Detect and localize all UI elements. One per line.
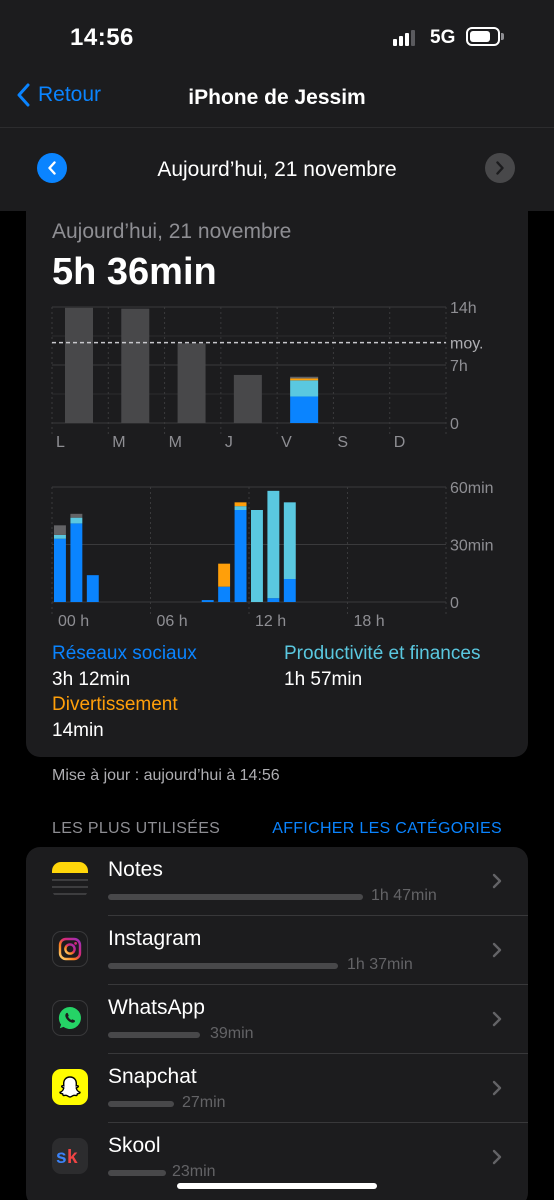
- week-day-label: L: [56, 434, 65, 451]
- week-bar-past-day: [233, 374, 262, 423]
- week-y-tick: 7h: [450, 358, 468, 375]
- week-day-label: V: [281, 434, 292, 451]
- average-label: moy.: [450, 336, 483, 353]
- network-type: 5G: [430, 27, 456, 48]
- week-day-label: M: [169, 434, 182, 451]
- navigation-bar: Retour iPhone de Jessim: [0, 70, 554, 127]
- week-bar-past-day: [121, 308, 150, 423]
- legend-social-value: 3h 12min: [52, 669, 131, 690]
- app-name: Snapchat: [108, 1065, 197, 1088]
- hour-bar-productivity: [267, 490, 280, 599]
- page-title: iPhone de Jessim: [188, 86, 366, 109]
- hour-bar-social: [283, 579, 296, 602]
- legend-productivity-label: Productivité et finances: [284, 643, 481, 664]
- screen-time-card: Aujourd’hui, 21 novembre 5h 36min LMMJVS…: [26, 211, 528, 757]
- hour-bar-social: [86, 575, 99, 602]
- week-day-label: J: [225, 434, 233, 451]
- last-updated: Mise à jour : aujourd’hui à 14:56: [52, 767, 280, 784]
- svg-text:k: k: [67, 1147, 78, 1168]
- snapchat-icon: [52, 1069, 88, 1105]
- hour-bar-productivity: [283, 502, 296, 579]
- week-bar-productivity: [290, 380, 319, 397]
- hour-bar-other: [70, 513, 83, 518]
- usage-value: 27min: [182, 1094, 226, 1111]
- week-bar-past-day: [65, 307, 93, 423]
- chevron-right-icon: [496, 161, 504, 175]
- hour-y-tick: 30min: [450, 538, 494, 555]
- usage-value: 23min: [172, 1163, 216, 1180]
- week-day-label: M: [112, 434, 125, 451]
- usage-charts: L M M J V S Dmoy. 14h 7h 0 00 h 06 h 12 h 18 h 60min 30…: [51, 300, 494, 630]
- status-bar: 14:56 5G: [0, 0, 554, 70]
- hour-x-tick: 06 h: [157, 613, 188, 630]
- week-bar-social: [290, 396, 319, 423]
- next-day-button[interactable]: [485, 153, 515, 183]
- app-name: Skool: [108, 1134, 161, 1157]
- legend-entertainment-value: 14min: [52, 720, 104, 741]
- hour-bar-entertainment: [218, 563, 231, 587]
- show-categories-link[interactable]: AFFICHER LES CATÉGORIES: [272, 820, 502, 838]
- notes-icon: [52, 862, 88, 898]
- hour-bar-productivity: [251, 510, 263, 602]
- hour-bar-other: [54, 525, 66, 535]
- instagram-icon: [52, 931, 88, 967]
- chevron-right-icon: [492, 942, 502, 958]
- hour-y-tick: 0: [450, 595, 459, 612]
- usage-bar: [108, 963, 338, 969]
- app-name: Notes: [108, 858, 163, 881]
- svg-text:s: s: [56, 1147, 67, 1168]
- app-row-instagram[interactable]: Instagram 1h 37min: [26, 916, 528, 985]
- week-bar-other: [290, 376, 319, 379]
- home-indicator: [177, 1183, 377, 1189]
- chevron-right-icon: [492, 1011, 502, 1027]
- hour-bar-social: [218, 586, 231, 602]
- legend-social-label: Réseaux sociaux: [52, 643, 197, 664]
- hour-x-tick: 18 h: [354, 613, 385, 630]
- hour-bar-productivity: [54, 534, 66, 539]
- week-bar-entertainment: [290, 378, 319, 381]
- app-row-notes[interactable]: Notes 1h 47min: [26, 847, 528, 916]
- week-y-tick: 0: [450, 416, 459, 433]
- hour-bar-social: [70, 523, 83, 602]
- hour-x-tick: 00 h: [58, 613, 89, 630]
- usage-value: 1h 37min: [347, 956, 413, 973]
- hour-x-tick: 12 h: [255, 613, 286, 630]
- battery-icon: [466, 27, 504, 46]
- hour-bar-entertainment: [234, 502, 247, 507]
- week-y-tick: 14h: [450, 300, 477, 317]
- app-name: Instagram: [108, 927, 202, 950]
- hour-bar-social: [54, 538, 66, 602]
- whatsapp-icon: [52, 1000, 88, 1036]
- usage-bar: [108, 1101, 174, 1107]
- legend-entertainment-label: Divertissement: [52, 694, 178, 715]
- skool-icon: sk: [52, 1138, 88, 1174]
- hour-bar-productivity: [234, 506, 247, 510]
- usage-bar: [108, 1032, 200, 1038]
- usage-bar: [108, 1170, 166, 1176]
- chevron-right-icon: [492, 1080, 502, 1096]
- hour-bar-social: [201, 600, 214, 602]
- chevron-right-icon: [492, 1149, 502, 1165]
- status-time: 14:56: [70, 24, 134, 51]
- app-name: WhatsApp: [108, 996, 205, 1019]
- selected-date: Aujourd’hui, 21 novembre: [157, 158, 397, 181]
- app-row-skool[interactable]: sk Skool 23min: [26, 1123, 528, 1192]
- legend-productivity-value: 1h 57min: [284, 669, 363, 690]
- usage-value: 39min: [210, 1025, 254, 1042]
- usage-bar: [108, 894, 363, 900]
- most-used-heading: LES PLUS UTILISÉES: [52, 820, 221, 837]
- date-selector: Aujourd’hui, 21 novembre: [0, 127, 554, 211]
- app-row-snapchat[interactable]: Snapchat 27min: [26, 1054, 528, 1123]
- hour-bar-social: [267, 598, 280, 602]
- app-row-whatsapp[interactable]: WhatsApp 39min: [26, 985, 528, 1054]
- week-day-label: D: [394, 434, 406, 451]
- hour-y-tick: 60min: [450, 480, 494, 497]
- most-used-apps-list: Notes 1h 47min Instagram 1h 37min WhatsA…: [26, 847, 528, 1200]
- hour-bar-productivity: [70, 517, 83, 524]
- usage-value: 1h 47min: [371, 887, 437, 904]
- hour-bar-social: [234, 510, 247, 602]
- week-day-label: S: [337, 434, 348, 451]
- chevron-right-icon: [492, 873, 502, 889]
- week-bar-past-day: [177, 343, 206, 423]
